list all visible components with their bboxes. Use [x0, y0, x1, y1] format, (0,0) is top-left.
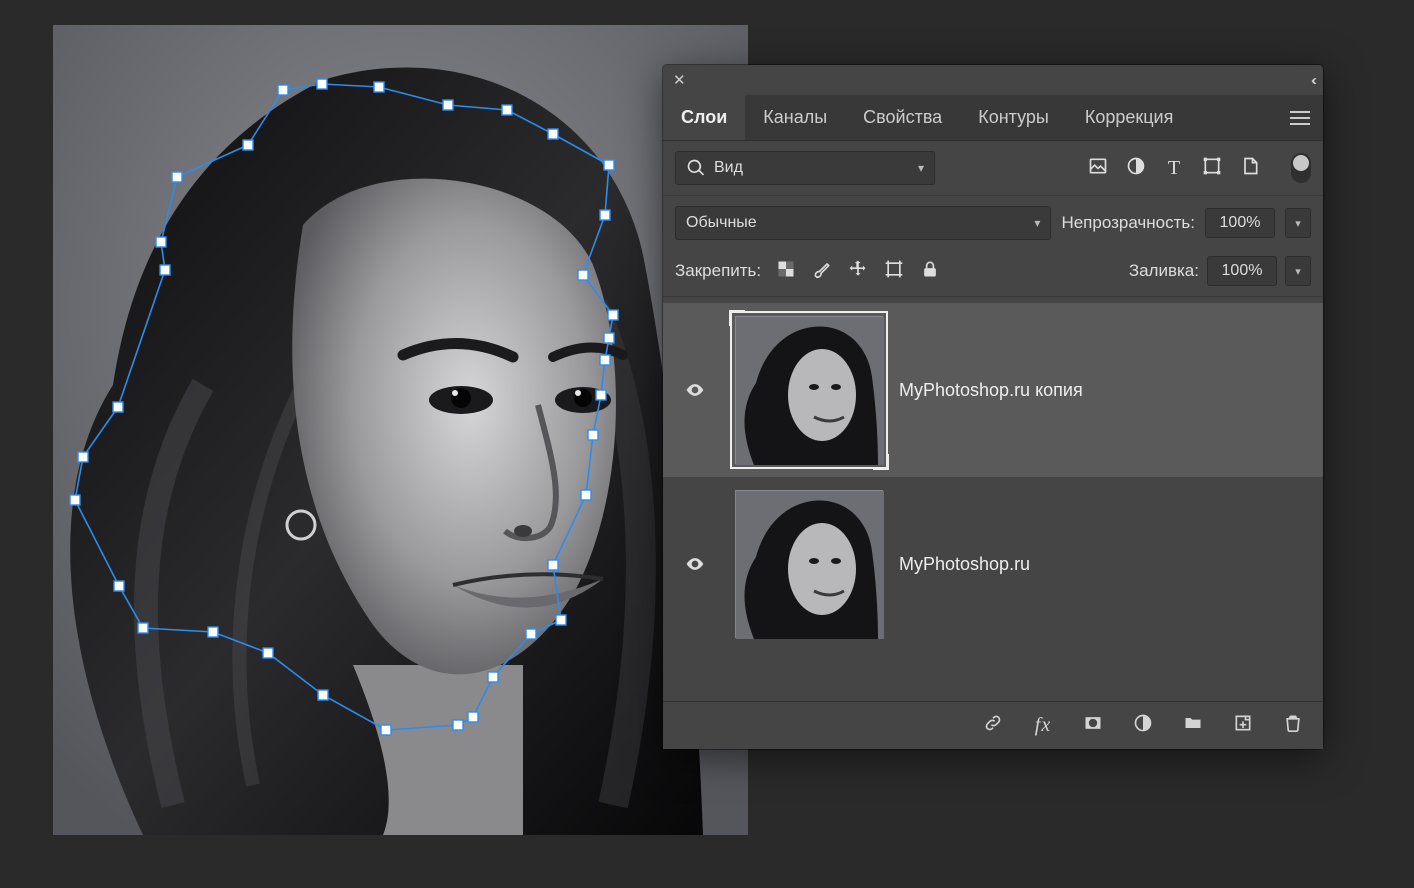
panel-menu-icon[interactable] [1277, 95, 1323, 140]
layer-thumbnail[interactable] [735, 490, 883, 638]
fill-dropdown[interactable]: ▾ [1285, 256, 1311, 286]
filter-smartobject-icon[interactable] [1239, 156, 1261, 181]
layer-thumbnail[interactable] [735, 316, 883, 464]
layer-name[interactable]: MyPhotoshop.ru копия [899, 380, 1083, 401]
eye-icon [685, 380, 705, 400]
collapse-icon[interactable]: ‹‹ [1311, 72, 1313, 89]
filter-shape-icon[interactable] [1201, 156, 1223, 181]
opacity-dropdown[interactable]: ▾ [1285, 208, 1311, 238]
lock-label: Закрепить: [675, 261, 761, 281]
visibility-toggle[interactable] [671, 311, 719, 469]
blend-row: Обычные ▾ Непрозрачность: 100% ▾ [663, 196, 1323, 250]
visibility-toggle[interactable] [671, 485, 719, 643]
mask-icon[interactable] [1081, 713, 1105, 738]
layer-name[interactable]: MyPhotoshop.ru [899, 554, 1030, 575]
eye-icon [685, 554, 705, 574]
chevron-down-icon: ▾ [1034, 216, 1040, 230]
layer-kind-select[interactable]: Вид ▾ [675, 151, 935, 185]
lock-brush-icon[interactable] [811, 259, 833, 284]
kind-label: Вид [714, 159, 743, 177]
close-icon[interactable]: ✕ [673, 71, 686, 89]
group-icon[interactable] [1181, 713, 1205, 738]
layer-row[interactable]: MyPhotoshop.ru копия [663, 303, 1323, 477]
opacity-label: Непрозрачность: [1061, 213, 1195, 233]
layers-panel: ✕ ‹‹ Слои Каналы Свойства Контуры Коррек… [663, 65, 1323, 749]
filter-adjust-icon[interactable] [1125, 156, 1147, 181]
blend-mode-value: Обычные [686, 214, 757, 232]
tab-layers[interactable]: Слои [663, 95, 745, 140]
link-icon[interactable] [981, 713, 1005, 738]
tab-adjustments[interactable]: Коррекция [1067, 95, 1192, 140]
tab-channels[interactable]: Каналы [745, 95, 845, 140]
fill-value[interactable]: 100% [1207, 256, 1277, 286]
lock-all-icon[interactable] [919, 259, 941, 284]
chevron-down-icon: ▾ [918, 161, 924, 175]
new-layer-icon[interactable] [1231, 713, 1255, 738]
panel-tabs: Слои Каналы Свойства Контуры Коррекция [663, 95, 1323, 141]
tab-paths[interactable]: Контуры [960, 95, 1067, 140]
trash-icon[interactable] [1281, 713, 1305, 738]
filter-image-icon[interactable] [1087, 156, 1109, 181]
document-image [53, 25, 748, 835]
lock-row: Закрепить: Заливка: 100% ▾ [663, 250, 1323, 297]
tab-properties[interactable]: Свойства [845, 95, 960, 140]
filter-toggle[interactable] [1291, 153, 1311, 183]
fx-icon[interactable]: fx [1031, 714, 1055, 737]
opacity-value[interactable]: 100% [1205, 208, 1275, 238]
filter-type-icon[interactable]: T [1163, 157, 1185, 180]
adjustment-icon[interactable] [1131, 713, 1155, 738]
layers-bottombar: fx [663, 701, 1323, 749]
panel-titlebar[interactable]: ✕ ‹‹ [663, 65, 1323, 95]
layer-row[interactable]: MyPhotoshop.ru [663, 477, 1323, 651]
lock-transparent-icon[interactable] [775, 259, 797, 284]
filter-row: Вид ▾ T [663, 141, 1323, 196]
lock-artboard-icon[interactable] [883, 259, 905, 284]
canvas-document[interactable] [53, 25, 748, 835]
layers-list: MyPhotoshop.ru копия MyPhotoshop.ru [663, 297, 1323, 701]
lock-move-icon[interactable] [847, 259, 869, 284]
search-icon [686, 158, 706, 178]
fill-label: Заливка: [1129, 261, 1199, 281]
blend-mode-select[interactable]: Обычные ▾ [675, 206, 1051, 240]
